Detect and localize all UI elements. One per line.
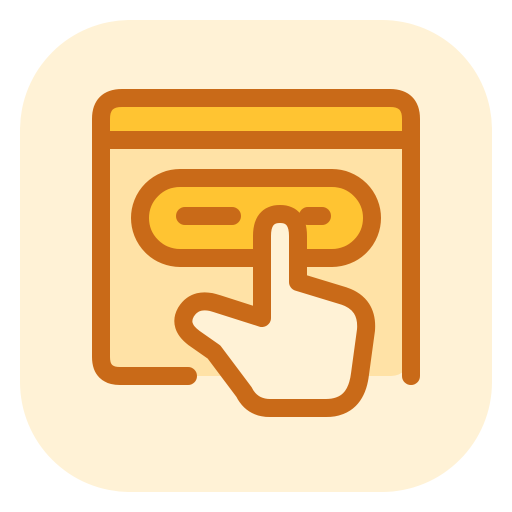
app-icon-canvas (0, 0, 512, 512)
click-button-icon (20, 20, 492, 492)
